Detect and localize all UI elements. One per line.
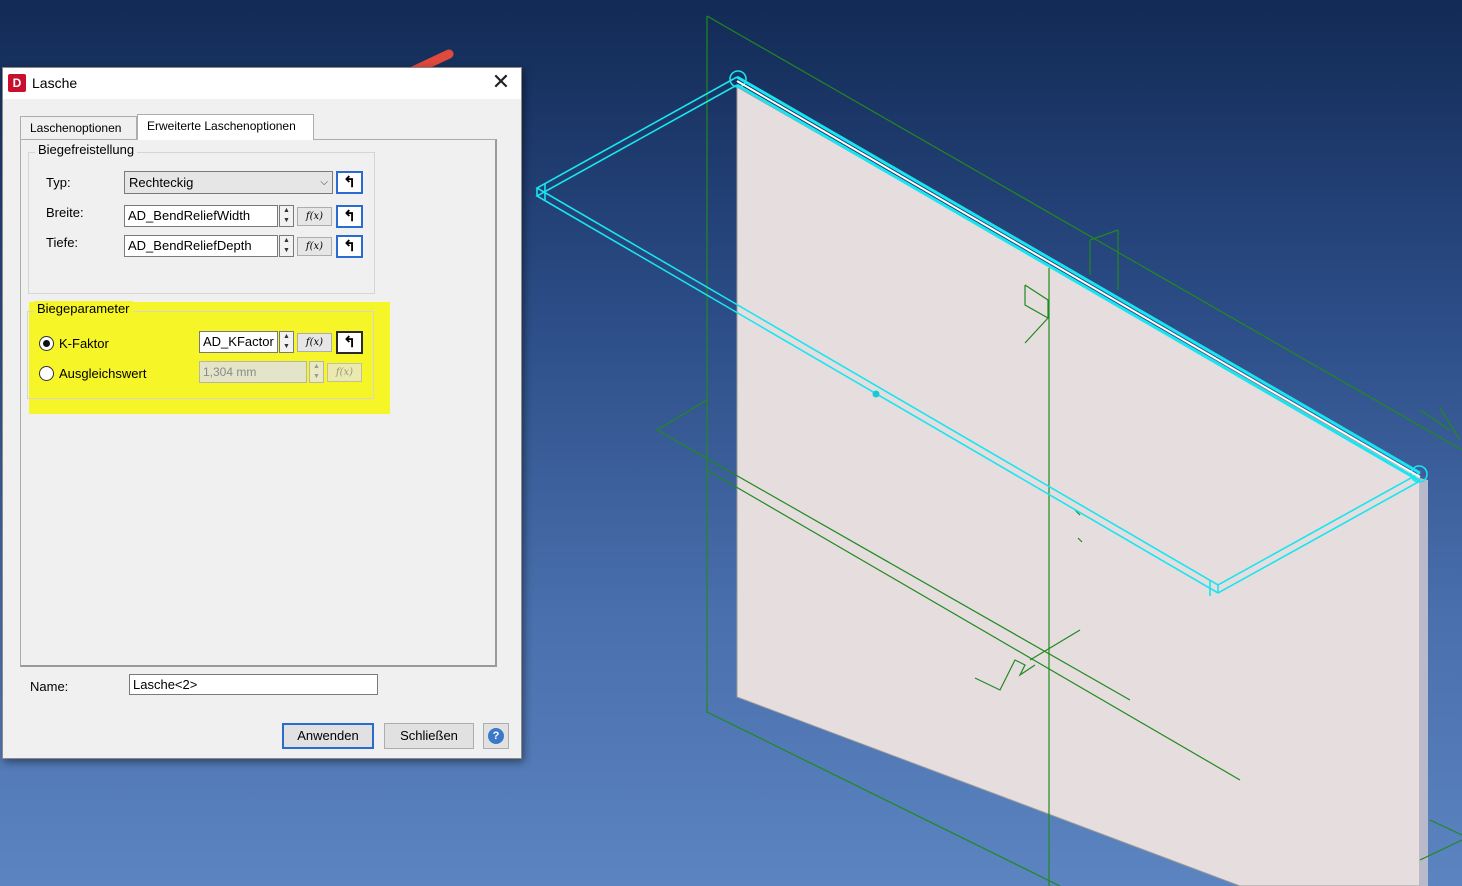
spin-down-icon[interactable]: ▼ bbox=[280, 342, 293, 352]
depth-label: Tiefe: bbox=[46, 235, 79, 250]
depth-formula-button[interactable]: f(x) bbox=[297, 237, 332, 256]
type-pick-button[interactable]: ↰ bbox=[336, 171, 363, 194]
type-dropdown-value: Rechteckig bbox=[129, 175, 194, 190]
allowance-radio[interactable] bbox=[39, 366, 54, 381]
depth-pick-button[interactable]: ↰ bbox=[336, 235, 363, 258]
kfactor-formula-button[interactable]: f(x) bbox=[297, 333, 332, 352]
group-bend-relief: Biegefreistellung Typ: Rechteckig ⌵ ↰ Br… bbox=[28, 142, 375, 294]
name-input[interactable]: Lasche<2> bbox=[129, 674, 378, 695]
dialog-title: Lasche bbox=[32, 75, 78, 91]
kfactor-label: K-Faktor bbox=[59, 336, 109, 351]
help-button[interactable]: ? bbox=[483, 723, 509, 749]
chevron-down-icon: ⌵ bbox=[320, 177, 328, 188]
sheet-edge-side bbox=[1420, 478, 1428, 886]
group-bend-parameters: Biegeparameter K-Faktor AD_KFactor ▲ ▼ f… bbox=[27, 301, 374, 399]
group-title-bend-parameters: Biegeparameter bbox=[34, 301, 133, 316]
spin-up-icon[interactable]: ▲ bbox=[280, 236, 293, 246]
close-icon[interactable]: ✕ bbox=[487, 71, 515, 95]
spin-down-icon[interactable]: ▼ bbox=[280, 216, 293, 226]
type-dropdown[interactable]: Rechteckig ⌵ bbox=[124, 171, 333, 194]
width-label: Breite: bbox=[46, 205, 84, 220]
kfactor-input[interactable]: AD_KFactor bbox=[199, 331, 278, 353]
width-pick-button[interactable]: ↰ bbox=[336, 205, 363, 228]
kfactor-spinner[interactable]: ▲ ▼ bbox=[279, 331, 294, 353]
apply-button[interactable]: Anwenden bbox=[282, 723, 374, 749]
help-icon: ? bbox=[488, 728, 504, 744]
close-button[interactable]: Schließen bbox=[384, 723, 474, 749]
allowance-label: Ausgleichswert bbox=[59, 366, 147, 381]
width-formula-button[interactable]: f(x) bbox=[297, 207, 332, 226]
spin-down-icon[interactable]: ▼ bbox=[280, 246, 293, 256]
width-spinner[interactable]: ▲ ▼ bbox=[279, 205, 294, 227]
spin-down-icon: ▼ bbox=[313, 373, 320, 380]
allowance-spinner: ▲ ▼ bbox=[309, 361, 324, 383]
sheet-face bbox=[736, 86, 1421, 886]
spin-up-icon[interactable]: ▲ bbox=[280, 206, 293, 216]
depth-input[interactable]: AD_BendReliefDepth bbox=[124, 235, 278, 257]
selection-point bbox=[872, 390, 880, 398]
titlebar: D Lasche ✕ bbox=[3, 68, 521, 99]
allowance-input: 1,304 mm bbox=[199, 361, 307, 383]
depth-spinner[interactable]: ▲ ▼ bbox=[279, 235, 294, 257]
kfactor-radio[interactable] bbox=[39, 336, 54, 351]
allowance-formula-button: f(x) bbox=[327, 363, 362, 382]
group-title-bend-relief: Biegefreistellung bbox=[35, 142, 138, 157]
kfactor-pick-button[interactable]: ↰ bbox=[336, 331, 363, 354]
type-label: Typ: bbox=[46, 175, 71, 190]
app-logo-icon: D bbox=[8, 74, 26, 92]
radio-selected-dot bbox=[43, 340, 50, 347]
spin-up-icon: ▲ bbox=[313, 363, 320, 370]
name-label: Name: bbox=[30, 679, 69, 694]
tab-erweiterte-laschenoptionen[interactable]: Erweiterte Laschenoptionen bbox=[137, 114, 314, 140]
spin-up-icon[interactable]: ▲ bbox=[280, 332, 293, 342]
lasche-dialog: D Lasche ✕ Laschenoptionen Erweiterte La… bbox=[2, 67, 522, 759]
tab-laschenoptionen[interactable]: Laschenoptionen bbox=[20, 116, 137, 140]
width-input[interactable]: AD_BendReliefWidth bbox=[124, 205, 278, 227]
